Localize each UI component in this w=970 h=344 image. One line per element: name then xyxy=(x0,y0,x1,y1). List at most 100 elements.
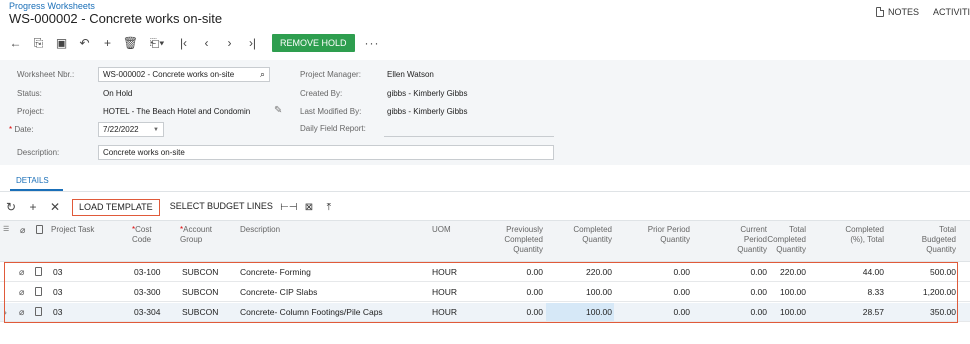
current-row-indicator-icon: › xyxy=(4,307,7,317)
project-manager-value: Ellen Watson xyxy=(387,70,434,79)
remove-hold-button[interactable]: REMOVE HOLD xyxy=(272,34,355,52)
top-right-actions: NOTES ACTIVITI xyxy=(875,7,970,17)
cell-project-task[interactable]: 03 xyxy=(53,267,62,277)
cell-description[interactable]: Concrete- Forming xyxy=(240,267,311,277)
refresh-icon[interactable]: ↻ xyxy=(0,200,22,214)
previous-record-icon[interactable]: ‹ xyxy=(195,34,218,52)
breadcrumb[interactable]: Progress Worksheets xyxy=(9,1,95,11)
note-icon[interactable] xyxy=(35,307,42,318)
discard-changes-icon[interactable]: ⎘ xyxy=(27,34,50,52)
attachment-icon[interactable]: ⌀ xyxy=(19,267,24,278)
cell-uom[interactable]: HOUR xyxy=(432,307,457,317)
cell-completed-quantity[interactable]: 220.00 xyxy=(586,267,612,277)
delete-icon[interactable]: 🗑 xyxy=(119,34,142,52)
cell-completed-pct-total: 44.00 xyxy=(862,267,884,277)
date-label: * Date: xyxy=(9,125,34,134)
cell-description[interactable]: Concrete- CIP Slabs xyxy=(240,287,317,297)
copy-paste-icon[interactable]: ⎗▾ xyxy=(142,34,172,52)
attachment-icon[interactable]: ⌀ xyxy=(19,307,24,318)
cell-completed-quantity[interactable]: 100.00 xyxy=(586,307,612,317)
description-value: Concrete works on-site xyxy=(103,148,185,157)
daily-field-report-field[interactable] xyxy=(384,123,554,137)
last-modified-label: Last Modified By: xyxy=(300,107,362,116)
note-icon[interactable] xyxy=(35,267,42,278)
project-manager-label: Project Manager: xyxy=(300,70,361,79)
col-project-task[interactable]: Project Task xyxy=(51,225,94,235)
cell-cost-code[interactable]: 03-304 xyxy=(134,307,160,317)
created-by-value: gibbs - Kimberly Gibbs xyxy=(387,89,468,98)
table-row[interactable]: ⌀ 03 03-100 SUBCON Concrete- Forming HOU… xyxy=(0,263,970,282)
table-row[interactable]: › ⌀ 03 03-304 SUBCON Concrete- Column Fo… xyxy=(0,303,970,322)
first-record-icon[interactable]: |‹ xyxy=(172,34,195,52)
cell-description[interactable]: Concrete- Column Footings/Pile Caps xyxy=(240,307,383,317)
attachment-icon: ⌀ xyxy=(20,225,26,235)
col-total-completed-quantity[interactable]: Total Completed Quantity xyxy=(767,225,806,255)
main-toolbar: ← ⎘ ▣ ↶ + 🗑 ⎗▾ |‹ ‹ › ›| REMOVE HOLD ··· xyxy=(4,33,380,53)
col-description[interactable]: Description xyxy=(240,225,280,235)
export-excel-icon[interactable]: ⊠ xyxy=(299,202,319,213)
search-icon[interactable]: ⌕ xyxy=(260,69,265,80)
date-field[interactable]: 7/22/2022 ▼ xyxy=(98,122,164,137)
last-record-icon[interactable]: ›| xyxy=(241,34,264,52)
cell-total-completed-quantity: 220.00 xyxy=(780,267,806,277)
active-tab-indicator xyxy=(10,189,63,191)
col-completed-pct-total[interactable]: Completed (%), Total xyxy=(845,225,884,245)
col-previously-completed[interactable]: Previously Completed Quantity xyxy=(504,225,543,255)
tab-details[interactable]: DETAILS xyxy=(16,176,49,185)
cell-uom[interactable]: HOUR xyxy=(432,267,457,277)
upload-icon[interactable]: ⤒ xyxy=(319,202,339,213)
cell-account-group[interactable]: SUBCON xyxy=(182,267,218,277)
col-account-group[interactable]: *Account Group xyxy=(180,225,212,245)
status-value: On Hold xyxy=(103,89,133,98)
col-total-budgeted-quantity[interactable]: Total Budgeted Quantity xyxy=(922,225,956,255)
cell-completed-quantity[interactable]: 100.00 xyxy=(586,287,612,297)
summary-form: Worksheet Nbr.: WS-000002 - Concrete wor… xyxy=(0,60,970,165)
description-field[interactable]: Concrete works on-site xyxy=(98,145,554,160)
daily-field-report-label: Daily Field Report: xyxy=(300,124,366,133)
more-actions-button[interactable]: ··· xyxy=(365,36,380,50)
col-prior-period-quantity[interactable]: Prior Period Quantity xyxy=(648,225,690,245)
cell-prior-period-quantity: 0.00 xyxy=(673,307,690,317)
save-icon[interactable]: ▣ xyxy=(50,34,73,52)
notes-label: NOTES xyxy=(887,7,919,17)
grid-toolbar: ↻ + ✕ LOAD TEMPLATE SELECT BUDGET LINES … xyxy=(0,197,339,217)
note-icon[interactable] xyxy=(35,287,42,298)
cell-project-task[interactable]: 03 xyxy=(53,287,62,297)
cell-project-task[interactable]: 03 xyxy=(53,307,62,317)
cell-previously-completed: 0.00 xyxy=(526,267,543,277)
status-label: Status: xyxy=(17,89,42,98)
undo-icon[interactable]: ↶ xyxy=(73,34,96,52)
activities-button[interactable]: ACTIVITI xyxy=(933,7,970,17)
col-current-period-quantity[interactable]: Current Period Quantity xyxy=(737,225,767,255)
edit-pencil-icon[interactable]: ✎ xyxy=(274,105,282,116)
cell-cost-code[interactable]: 03-100 xyxy=(134,267,160,277)
load-template-button[interactable]: LOAD TEMPLATE xyxy=(72,198,160,216)
date-value: 7/22/2022 xyxy=(103,125,139,134)
delete-row-icon[interactable]: ✕ xyxy=(44,200,66,214)
project-label: Project: xyxy=(17,107,45,116)
next-record-icon[interactable]: › xyxy=(218,34,241,52)
col-cost-code[interactable]: *Cost Code xyxy=(132,225,152,245)
cell-prior-period-quantity: 0.00 xyxy=(673,287,690,297)
back-icon[interactable]: ← xyxy=(4,34,27,52)
cell-account-group[interactable]: SUBCON xyxy=(182,287,218,297)
row-selector-icon[interactable]: ☰ xyxy=(3,225,9,235)
cell-cost-code[interactable]: 03-300 xyxy=(134,287,160,297)
cell-prior-period-quantity: 0.00 xyxy=(673,267,690,277)
add-row-icon[interactable]: + xyxy=(22,200,44,214)
col-uom[interactable]: UOM xyxy=(432,225,451,235)
attachment-icon[interactable]: ⌀ xyxy=(19,287,24,298)
table-row[interactable]: ⌀ 03 03-300 SUBCON Concrete- CIP Slabs H… xyxy=(0,283,970,302)
notes-button[interactable]: NOTES xyxy=(875,7,919,17)
cell-uom[interactable]: HOUR xyxy=(432,287,457,297)
worksheet-nbr-field[interactable]: WS-000002 - Concrete works on-site ⌕ xyxy=(98,67,270,82)
col-completed-quantity[interactable]: Completed Quantity xyxy=(573,225,612,245)
last-modified-value: gibbs - Kimberly Gibbs xyxy=(387,107,468,116)
file-icon xyxy=(36,225,43,237)
add-icon[interactable]: + xyxy=(96,34,119,52)
chevron-down-icon[interactable]: ▼ xyxy=(153,127,159,133)
project-value[interactable]: HOTEL - The Beach Hotel and Condomin xyxy=(103,107,250,116)
cell-account-group[interactable]: SUBCON xyxy=(182,307,218,317)
fit-columns-icon[interactable]: ⊢⊣ xyxy=(279,202,299,213)
select-budget-lines-button[interactable]: SELECT BUDGET LINES xyxy=(164,199,279,216)
